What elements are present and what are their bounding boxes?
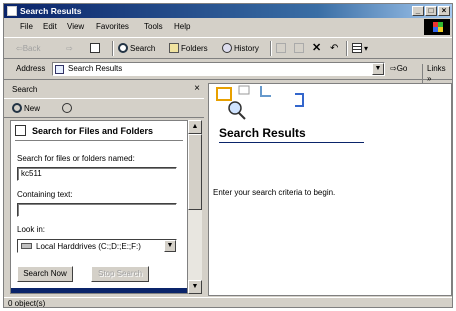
go-label: Go — [396, 64, 408, 73]
move-to-button[interactable] — [276, 42, 288, 55]
up-folder-button[interactable] — [90, 42, 102, 55]
results-heading: Search Results — [219, 126, 306, 140]
search-now-button[interactable]: Search Now — [17, 266, 73, 282]
containing-text-label: Containing text: — [17, 190, 73, 199]
search-form-title-text: Search for Files and Folders — [32, 126, 154, 136]
search-pane-close-button[interactable]: × — [194, 84, 200, 94]
new-search-icon — [12, 103, 22, 113]
close-button[interactable]: × — [438, 6, 450, 16]
status-text: 0 object(s) — [8, 299, 46, 308]
menu-favorites[interactable]: Favorites — [96, 22, 129, 32]
search-window-icon — [7, 6, 17, 16]
named-input[interactable]: kc511 — [17, 167, 177, 181]
go-arrow-icon: ⇨ — [390, 64, 397, 73]
go-button[interactable]: ⇨Go — [390, 64, 407, 74]
undo-button[interactable]: ↶ — [330, 42, 338, 55]
back-button[interactable]: ⇦Back — [16, 42, 41, 55]
stop-search-button[interactable]: Stop Search — [91, 266, 149, 282]
search-pane-scrollbar[interactable]: ▲ ▼ — [188, 120, 202, 294]
search-pane-toolbar: New — [4, 98, 204, 118]
search-button-label: Search — [130, 44, 156, 53]
look-in-label: Look in: — [17, 225, 46, 234]
folders-icon — [169, 43, 179, 53]
folders-button[interactable]: Folders — [169, 42, 208, 55]
new-search-label: New — [24, 104, 41, 113]
move-to-icon — [276, 43, 286, 53]
up-folder-icon — [90, 43, 100, 53]
windows-logo-icon — [424, 19, 450, 35]
menu-tools[interactable]: Tools — [144, 22, 163, 32]
scroll-up-button[interactable]: ▲ — [188, 120, 202, 134]
scroll-down-button[interactable]: ▼ — [188, 280, 202, 294]
results-message: Enter your search criteria to begin. — [213, 188, 336, 197]
forward-button[interactable]: ⇨ — [66, 42, 73, 55]
address-label: Address — [16, 64, 46, 73]
search-pane-header: Search × — [4, 81, 204, 97]
toolbar-separator — [270, 41, 272, 56]
search-button[interactable]: Search — [118, 42, 155, 55]
search-results-banner-icon — [216, 85, 304, 120]
search-page-icon — [55, 65, 64, 74]
containing-text-input[interactable] — [17, 203, 177, 217]
menu-file[interactable]: File — [20, 22, 33, 32]
scroll-thumb[interactable] — [188, 134, 202, 210]
title-bar[interactable]: Search Results _ □ × — [4, 4, 452, 18]
views-icon — [352, 43, 362, 53]
history-button[interactable]: History — [222, 42, 259, 55]
maximize-button[interactable]: □ — [425, 6, 437, 16]
search-pane-title: Search — [12, 85, 38, 94]
address-bar: Address Search Results ▼ ⇨Go Links » — [4, 59, 452, 84]
address-value: Search Results — [68, 64, 123, 73]
links-button[interactable]: Links » — [422, 64, 452, 84]
hard-drive-icon — [21, 243, 32, 249]
search-icon — [118, 43, 128, 53]
status-bar: 0 object(s) — [4, 297, 452, 308]
look-in-dropdown-button[interactable]: ▼ — [164, 240, 176, 252]
results-heading-underline — [219, 142, 364, 143]
menu-edit[interactable]: Edit — [43, 22, 57, 32]
address-input[interactable]: Search Results — [52, 62, 385, 76]
views-button[interactable]: ▾ — [352, 42, 368, 55]
search-form-title: Search for Files and Folders — [15, 125, 183, 141]
results-pane: Search Results Enter your search criteri… — [208, 83, 452, 296]
menu-help[interactable]: Help — [174, 22, 190, 32]
standard-toolbar: ⇦Back ⇨ Search Folders History ✕ ↶ ▾ — [4, 37, 452, 59]
window-title: Search Results — [20, 6, 82, 16]
copy-to-icon — [294, 43, 304, 53]
explorer-window: Search Results _ □ × File Edit View Favo… — [3, 3, 453, 308]
look-in-select[interactable]: Local Harddrives (C:;D:;E:;F:) ▼ — [17, 239, 177, 253]
history-icon — [222, 43, 232, 53]
address-dropdown-button[interactable]: ▼ — [372, 63, 384, 75]
look-in-value: Local Harddrives (C:;D:;E:;F:) — [36, 242, 141, 251]
internet-search-icon — [62, 103, 72, 113]
search-pane: Search × New Search for Files and Folder… — [4, 81, 204, 296]
views-dropdown-icon: ▾ — [364, 44, 369, 53]
search-assistant-button[interactable] — [62, 102, 74, 115]
toolbar-separator — [346, 41, 348, 56]
minimize-button[interactable]: _ — [412, 6, 424, 16]
new-search-button[interactable]: New — [12, 102, 40, 115]
toolbar-separator — [112, 41, 114, 56]
delete-button[interactable]: ✕ — [312, 42, 321, 55]
folders-button-label: Folders — [181, 44, 208, 53]
named-label: Search for files or folders named: — [17, 154, 135, 163]
search-form: Search for Files and Folders Search for … — [10, 120, 188, 294]
search-files-icon — [15, 125, 26, 136]
history-button-label: History — [234, 44, 259, 53]
copy-to-button[interactable] — [294, 42, 306, 55]
search-options-bar[interactable] — [11, 288, 187, 293]
menu-bar: File Edit View Favorites Tools Help — [4, 19, 452, 35]
menu-view[interactable]: View — [67, 22, 84, 32]
